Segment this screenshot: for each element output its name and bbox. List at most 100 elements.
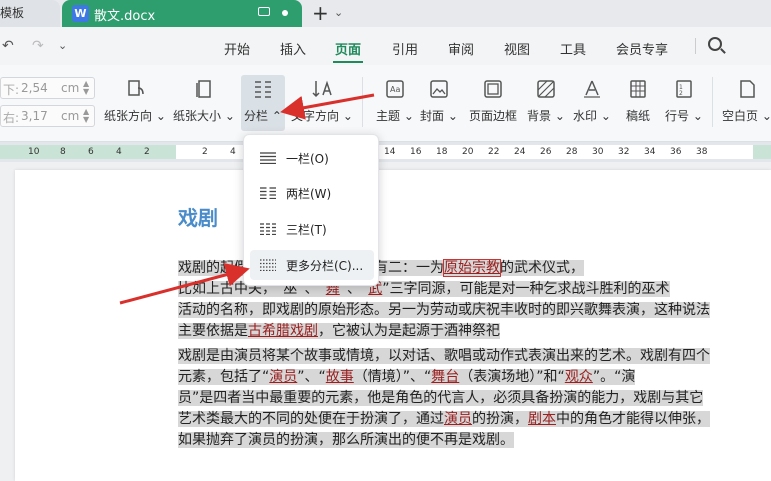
- margin-bottom-field[interactable]: 下: 2,54 cm ▲ ▼: [0, 77, 95, 99]
- text-run: ，它被认为是起源于酒神祭祀: [318, 323, 500, 339]
- hyperlink[interactable]: 演员: [269, 369, 297, 385]
- hyperlink[interactable]: 故事: [326, 369, 354, 385]
- hyperlink[interactable]: 剧本: [528, 411, 556, 427]
- watermark-text: 水印: [573, 109, 598, 123]
- columns-one-option[interactable]: 一栏(O): [250, 143, 374, 173]
- menu-item-references[interactable]: 引用: [392, 39, 418, 58]
- ruler-tick: 6: [88, 147, 94, 157]
- chevron-down-icon[interactable]: ⌄: [334, 6, 343, 19]
- hyperlink[interactable]: 演员: [444, 411, 472, 427]
- selected-text: 艺术类最大的不同的处便在于扮演了，通过演员的扮演，剧本中的角色才能得以伸张，: [178, 411, 710, 427]
- text-run: 戏剧的起: [178, 260, 234, 276]
- ruler-tick: 22: [488, 147, 500, 157]
- margin-right-label: 右:: [3, 111, 20, 125]
- menu-item-insert[interactable]: 插入: [280, 39, 306, 58]
- theme-button[interactable]: Aa 主题 ⌄: [374, 75, 416, 131]
- ribbon: 下: 2,54 cm ▲ ▼ 右: 3,17 cm ▲ ▼ 纸张方向 ⌄ 纸张大小 …: [0, 65, 771, 142]
- page-size-label: 纸张大小 ⌄: [173, 109, 235, 123]
- text-line: 如果抛弃了演员的扮演，那么所演出的便不再是戏剧。: [178, 430, 758, 451]
- margin-bottom-label: 下:: [3, 83, 20, 97]
- hyperlink[interactable]: 观众: [565, 369, 593, 385]
- blank-page-button[interactable]: 空白页 ⌄: [722, 75, 771, 131]
- text-run: 的扮演，: [472, 411, 528, 427]
- hyperlink[interactable]: 原始宗教: [443, 259, 501, 277]
- manuscript-button[interactable]: 稿纸: [620, 75, 656, 131]
- blank-page-label: 空白页 ⌄: [722, 109, 771, 123]
- blank-page-icon: [739, 80, 755, 98]
- spinner-icon[interactable]: ▲ ▼: [83, 108, 89, 124]
- text-run: ”、“: [297, 369, 326, 385]
- menu-item-view[interactable]: 视图: [504, 39, 530, 58]
- theme-icon: Aa: [386, 80, 404, 98]
- text-run: 的武术仪式，: [500, 260, 584, 276]
- text-direction-icon: [312, 80, 332, 98]
- hyperlink[interactable]: 古希腊戏剧: [248, 323, 318, 339]
- menu-item-tools[interactable]: 工具: [560, 39, 586, 58]
- text-line: 员”是四者当中最重要的元素，他是角色的代言人，必须具备扮演的能力，戏剧与其它: [178, 388, 758, 409]
- paragraph-definition[interactable]: 戏剧是由演员将某个故事或情境，以对话、歌唱或动作式表演出来的艺术。戏剧有四个 元…: [178, 346, 758, 451]
- columns-more-label: 更多分栏(C)...: [286, 259, 364, 273]
- watermark-label: 水印 ⌄: [573, 109, 611, 123]
- theme-label: 主题 ⌄: [376, 109, 414, 123]
- cover-button[interactable]: 封面 ⌄: [418, 75, 460, 131]
- ruler-tick: 24: [514, 147, 526, 157]
- watermark-icon: [584, 80, 600, 98]
- text-run: ”。“演: [592, 369, 636, 385]
- menu-item-review[interactable]: 审阅: [448, 39, 474, 58]
- ruler-tick: 32: [618, 147, 630, 157]
- ruler-tick: 4: [116, 147, 122, 157]
- undo-icon[interactable]: ↶: [2, 38, 14, 54]
- ruler-tick: 8: [60, 147, 66, 157]
- cover-icon: [430, 80, 448, 98]
- menu-item-member[interactable]: 会员专享: [616, 39, 668, 58]
- background-label: 背景 ⌄: [527, 109, 565, 123]
- columns-more-option[interactable]: 更多分栏(C)...: [250, 250, 374, 280]
- selected-text: 主要依据是古希腊戏剧，它被认为是起源于酒神祭祀: [178, 323, 500, 339]
- text-line: 戏剧是由演员将某个故事或情境，以对话、歌唱或动作式表演出来的艺术。戏剧有四个: [178, 346, 758, 367]
- orientation-button[interactable]: 纸张方向 ⌄: [104, 75, 166, 131]
- background-button[interactable]: 背景 ⌄: [526, 75, 566, 131]
- line-number-label: 行号 ⌄: [665, 109, 703, 123]
- columns-icon: [255, 81, 271, 98]
- wps-writer-icon: W: [72, 5, 89, 22]
- selected-text: 戏剧的起假说。比较主流的看法有二：一为原始宗教的武术仪式，: [178, 259, 584, 277]
- page-border-label: 页面边框: [468, 109, 517, 123]
- cover-label: 封面 ⌄: [420, 109, 458, 123]
- ruler-tick: 28: [566, 147, 578, 157]
- text-direction-label: 文字方向 ⌄: [291, 109, 353, 123]
- margin-right-field[interactable]: 右: 3,17 cm ▲ ▼: [0, 105, 95, 127]
- columns-three-label: 三栏(T): [286, 223, 327, 237]
- text-direction-button[interactable]: 文字方向 ⌄: [290, 75, 354, 131]
- page-size-button[interactable]: 纸张大小 ⌄: [172, 75, 236, 131]
- menu-item-home[interactable]: 开始: [224, 39, 250, 58]
- redo-icon[interactable]: ↷: [32, 38, 44, 54]
- watermark-button[interactable]: 水印 ⌄: [571, 75, 613, 131]
- orientation-text: 纸张方向: [104, 109, 153, 123]
- ruler-margin-right: [753, 145, 771, 159]
- ruler[interactable]: 10 8 6 4 2 2 4 14 16 18 20 22 24 26 28 3…: [0, 142, 771, 162]
- line-number-button[interactable]: 12 行号 ⌄: [662, 75, 706, 131]
- search-icon[interactable]: [708, 37, 722, 51]
- tab-document-title: 散文.docx: [94, 9, 156, 24]
- columns-three-option[interactable]: 三栏(T): [250, 214, 374, 244]
- new-tab-icon[interactable]: +: [312, 1, 329, 25]
- divider: [712, 77, 713, 127]
- columns-button[interactable]: 分栏 ⌃: [241, 75, 285, 131]
- selected-text: 戏剧是由演员将某个故事或情境，以对话、歌唱或动作式表演出来的艺术。戏剧有四个: [178, 348, 710, 364]
- text-run: 元素，包括了“: [178, 369, 270, 385]
- columns-two-option[interactable]: 两栏(W): [250, 178, 374, 208]
- monitor-icon[interactable]: [258, 7, 270, 16]
- ruler-tick: 38: [696, 147, 708, 157]
- menu-item-page[interactable]: 页面: [335, 39, 361, 58]
- hyperlink[interactable]: 舞台: [431, 369, 459, 385]
- tab-templates[interactable]: 模板: [0, 0, 60, 27]
- text-run: 主要依据是: [178, 323, 248, 339]
- page-border-button[interactable]: 页面边框: [465, 75, 521, 131]
- tab-document[interactable]: W 散文.docx: [62, 0, 302, 27]
- ruler-tick: 2: [144, 147, 150, 157]
- three-columns-icon: [260, 223, 276, 235]
- document-heading[interactable]: 戏剧: [178, 202, 218, 231]
- chevron-down-icon[interactable]: ⌄: [58, 39, 67, 52]
- spinner-icon[interactable]: ▲ ▼: [83, 80, 89, 96]
- selected-text: 活动的名称，即戏剧的原始形态。另一为劳动或庆祝丰收时的即兴歌舞表演，这种说法: [178, 302, 710, 318]
